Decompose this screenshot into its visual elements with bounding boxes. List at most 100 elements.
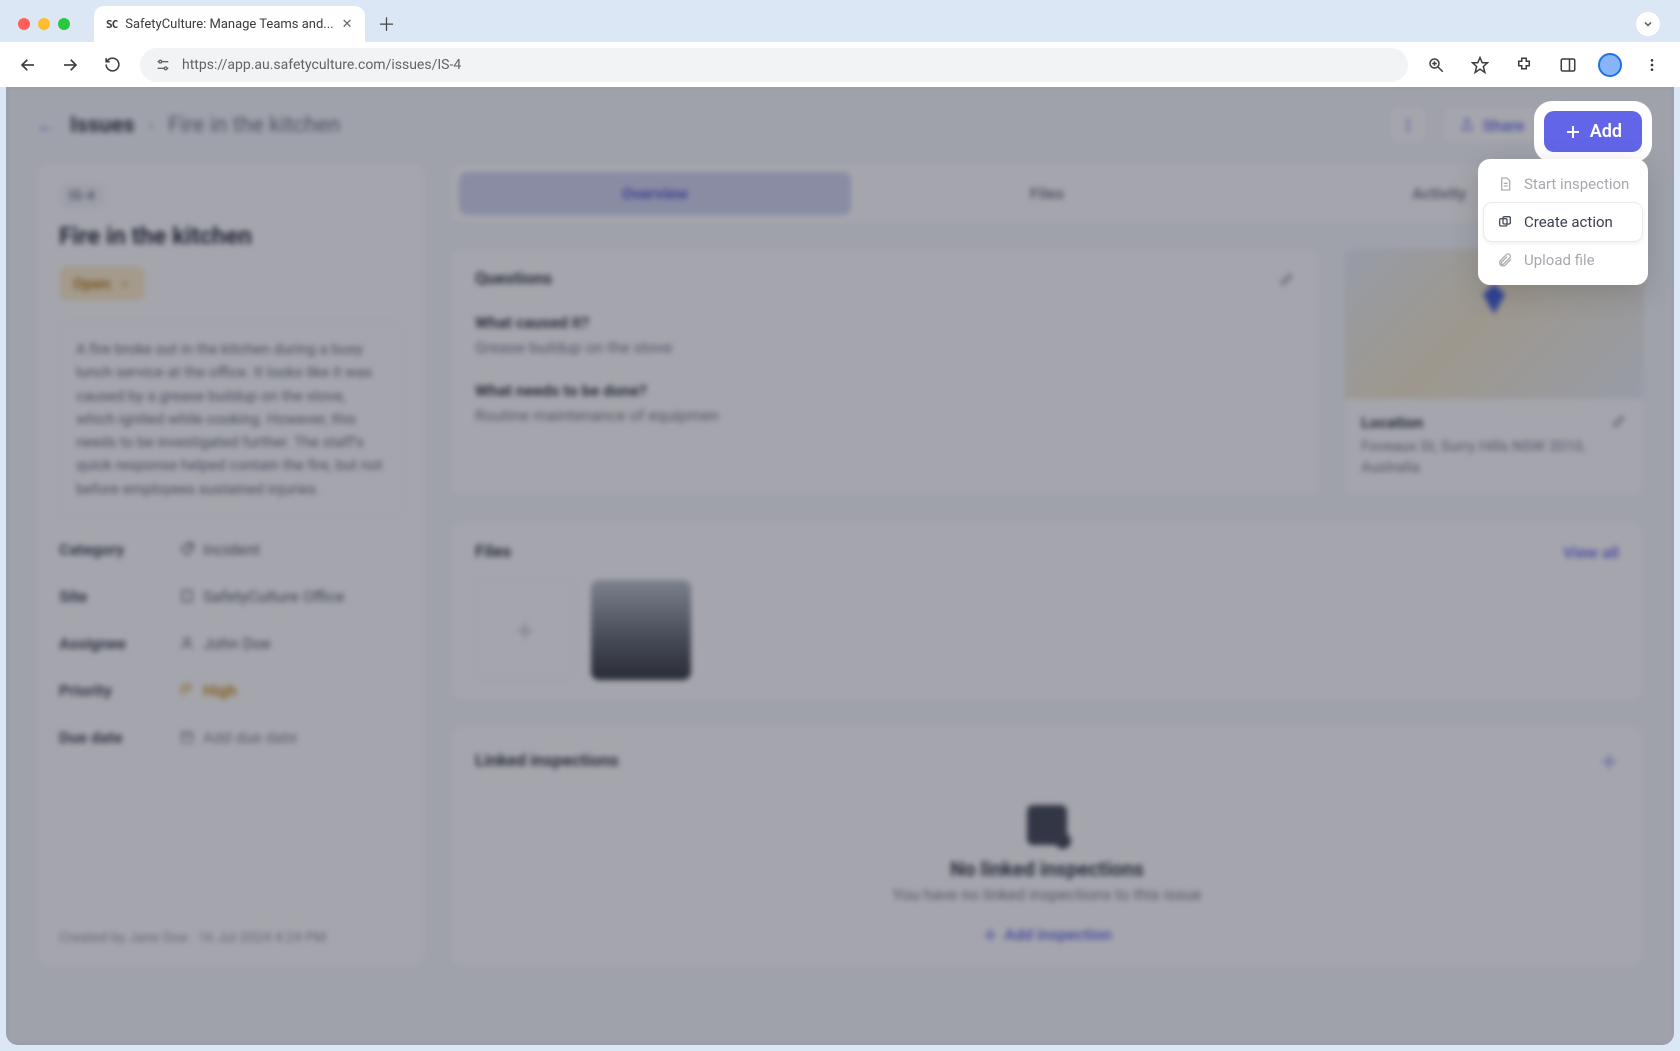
issue-title: Fire in the kitchen [59, 222, 403, 250]
question-1-label: What caused it? [475, 313, 1295, 332]
user-icon [179, 635, 195, 651]
app-body: IS-4 Fire in the kitchen Open A fire bro… [6, 163, 1674, 997]
chevron-down-icon [119, 278, 131, 290]
app-viewport: ← Issues › Fire in the kitchen Share Add [6, 87, 1674, 1045]
calendar-icon [179, 729, 195, 745]
location-card: Location Foveaux St, Surry Hills NSW 201… [1344, 248, 1644, 497]
meta-site-value[interactable]: SafetyCulture Office [179, 587, 403, 606]
profile-avatar-icon[interactable] [1598, 53, 1622, 77]
attachment-icon [1496, 251, 1514, 269]
dropdown-start-inspection-label: Start inspection [1524, 175, 1629, 193]
app-content-blurred: ← Issues › Fire in the kitchen Share Add [6, 87, 1674, 1045]
zoom-icon[interactable] [1422, 51, 1450, 79]
nav-reload-button[interactable] [98, 51, 126, 79]
status-dropdown[interactable]: Open [59, 266, 145, 301]
more-menu-button[interactable] [1388, 105, 1428, 145]
tab-favicon-icon: SC [106, 18, 117, 31]
question-1-answer: Grease buildup on the stove [475, 338, 1295, 357]
close-window-icon[interactable] [18, 18, 30, 30]
location-address: Foveaux St, Surry Hills NSW 2010, Austra… [1361, 436, 1611, 478]
status-label: Open [73, 274, 111, 293]
share-button[interactable]: Share [1442, 105, 1542, 145]
tab-close-icon[interactable]: ✕ [342, 17, 353, 32]
tab-strip: SC SafetyCulture: Manage Teams and... ✕ … [0, 0, 1680, 42]
question-2-answer: Routine maintenance of equipmen [475, 406, 1295, 425]
add-button-popover-label: Add [1590, 121, 1622, 142]
files-title: Files [475, 542, 511, 562]
tab-overview[interactable]: Overview [459, 172, 851, 215]
questions-card: Questions What caused it? Grease buildup… [450, 248, 1320, 497]
flag-icon [179, 682, 195, 698]
meta-category-label: Category [59, 540, 179, 559]
browser-menu-icon[interactable] [1638, 51, 1666, 79]
dropdown-create-action-label: Create action [1524, 213, 1613, 231]
linked-empty-sub: You have no linked inspections to this i… [475, 885, 1619, 904]
plus-icon [1564, 123, 1582, 141]
maximize-window-icon[interactable] [58, 18, 70, 30]
bookmark-icon[interactable] [1466, 51, 1494, 79]
chevron-right-icon: › [149, 115, 154, 136]
issue-sidebar: IS-4 Fire in the kitchen Open A fire bro… [36, 163, 426, 967]
tab-files[interactable]: Files [851, 172, 1243, 215]
clipboard-check-icon [1027, 805, 1067, 845]
share-icon [1459, 117, 1475, 133]
questions-edit-button[interactable] [1279, 271, 1295, 287]
location-edit-button[interactable] [1611, 413, 1627, 478]
file-add-button[interactable]: ＋ [475, 580, 575, 680]
issue-id-badge: IS-4 [59, 184, 105, 208]
questions-title: Questions [475, 269, 552, 289]
window-controls [12, 18, 80, 30]
dropdown-upload-file[interactable]: Upload file [1484, 241, 1642, 279]
share-label: Share [1483, 116, 1525, 135]
issue-meta: Category Incident Site SafetyCulture Off… [59, 540, 403, 747]
dropdown-start-inspection[interactable]: Start inspection [1484, 165, 1642, 203]
main-column: Overview Files Activity Questions What c… [450, 163, 1644, 967]
browser-chrome: SC SafetyCulture: Manage Teams and... ✕ … [0, 0, 1680, 87]
toolbar-right [1422, 51, 1666, 79]
linked-empty-title: No linked inspections [475, 857, 1619, 881]
location-title: Location [1361, 413, 1611, 432]
building-icon [179, 588, 195, 604]
dropdown-create-action[interactable]: Create action [1484, 203, 1642, 241]
breadcrumb-back-icon[interactable]: ← [36, 113, 56, 138]
tab-overflow-button[interactable] [1636, 12, 1660, 36]
issue-created-by: Created by Jane Doe · 16 Jul 2024 4:24 P… [59, 890, 403, 946]
breadcrumb-root[interactable]: Issues [70, 113, 135, 138]
add-button-highlight: Add [1538, 105, 1648, 158]
meta-priority-label: Priority [59, 681, 179, 700]
meta-duedate-label: Due date [59, 728, 179, 747]
files-viewall-link[interactable]: View all [1563, 543, 1619, 562]
meta-category-value[interactable]: Incident [179, 540, 403, 559]
tab-title: SafetyCulture: Manage Teams and... [125, 17, 333, 32]
action-icon [1496, 213, 1514, 231]
overview-row-1: Questions What caused it? Grease buildup… [450, 248, 1644, 497]
linked-add-button[interactable]: ＋ [1599, 746, 1619, 775]
app-header: ← Issues › Fire in the kitchen Share Add [6, 87, 1674, 163]
pencil-icon [1611, 413, 1627, 429]
address-bar[interactable]: https://app.au.safetyculture.com/issues/… [140, 48, 1408, 82]
browser-tab[interactable]: SC SafetyCulture: Manage Teams and... ✕ [94, 6, 365, 42]
new-tab-button[interactable]: ＋ [373, 10, 401, 38]
tag-icon [179, 541, 195, 557]
meta-site-label: Site [59, 587, 179, 606]
document-icon [1496, 175, 1514, 193]
meta-assignee-value[interactable]: John Doe [179, 634, 403, 653]
meta-priority-value[interactable]: High [179, 681, 403, 700]
pencil-icon [1279, 271, 1295, 287]
files-card: Files View all ＋ [450, 521, 1644, 701]
minimize-window-icon[interactable] [38, 18, 50, 30]
sidepanel-icon[interactable] [1554, 51, 1582, 79]
site-settings-icon[interactable] [154, 56, 172, 74]
nav-back-button[interactable] [14, 51, 42, 79]
extensions-icon[interactable] [1510, 51, 1538, 79]
meta-duedate-value[interactable]: Add due date [179, 728, 403, 747]
file-thumbnail[interactable] [591, 580, 691, 680]
meta-assignee-label: Assignee [59, 634, 179, 653]
linked-title: Linked inspections [475, 751, 619, 771]
content-tabs: Overview Files Activity [450, 163, 1644, 224]
add-button-popover[interactable]: Add [1544, 111, 1642, 152]
issue-description: A fire broke out in the kitchen during a… [59, 321, 403, 518]
nav-forward-button[interactable] [56, 51, 84, 79]
add-inspection-link[interactable]: ＋ Add inspection [982, 922, 1111, 946]
browser-toolbar: https://app.au.safetyculture.com/issues/… [0, 42, 1680, 87]
